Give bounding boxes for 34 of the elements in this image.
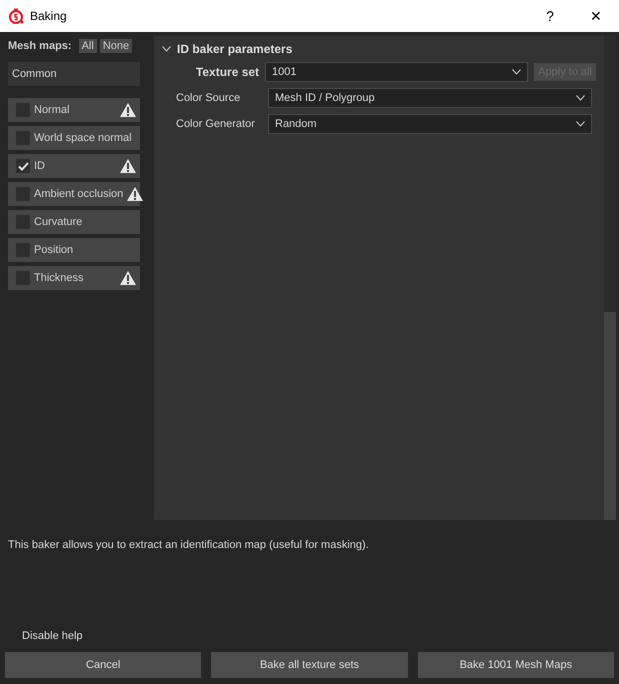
mesh-map-label: ID xyxy=(34,160,46,172)
chevron-down-icon xyxy=(162,46,171,52)
field-label: Color Source xyxy=(176,92,242,104)
window-title: Baking xyxy=(30,9,68,23)
mesh-map-label: Position xyxy=(34,244,74,256)
checkbox[interactable] xyxy=(16,159,30,173)
texture-set-dropdown[interactable]: 1001 xyxy=(265,62,528,82)
dialog-button[interactable]: Cancel xyxy=(5,652,202,678)
dropdown[interactable]: Mesh ID / Polygroup xyxy=(268,88,592,108)
warning-icon xyxy=(120,159,136,173)
mesh-map-label: Thickness xyxy=(34,272,85,284)
chevron-down-icon xyxy=(576,95,585,101)
mesh-map-label: Curvature xyxy=(34,216,84,228)
chevron-down-icon xyxy=(512,69,522,75)
mesh-map-label: Normal xyxy=(34,104,70,116)
help-text: This baker allows you to extract an identification map (useful for masking). xyxy=(8,539,369,551)
dropdown[interactable]: Random xyxy=(268,114,592,134)
mesh-map-label: Ambient occlusion xyxy=(34,188,124,200)
texture-set-label: Texture set xyxy=(194,65,260,79)
section-header[interactable]: ID baker parameters xyxy=(162,42,292,56)
group-header[interactable]: Common xyxy=(8,62,140,86)
field-label: Color Generator xyxy=(176,118,256,130)
select-button[interactable]: All xyxy=(78,39,97,53)
warning-icon xyxy=(120,271,136,285)
disable-help-button[interactable]: Disable help xyxy=(18,626,87,646)
dialog-button[interactable]: Bake all texture sets xyxy=(211,652,408,678)
scrollbar[interactable] xyxy=(604,36,616,520)
chevron-down-icon xyxy=(576,121,585,127)
mesh-map-label: World space normal xyxy=(34,132,133,144)
warning-icon xyxy=(120,103,136,117)
mesh-maps-label: Mesh maps: xyxy=(8,40,72,52)
dialog-button[interactable]: Bake 1001 Mesh Maps xyxy=(418,652,614,678)
select-button[interactable]: None xyxy=(100,39,132,53)
app-logo-icon xyxy=(8,8,24,24)
